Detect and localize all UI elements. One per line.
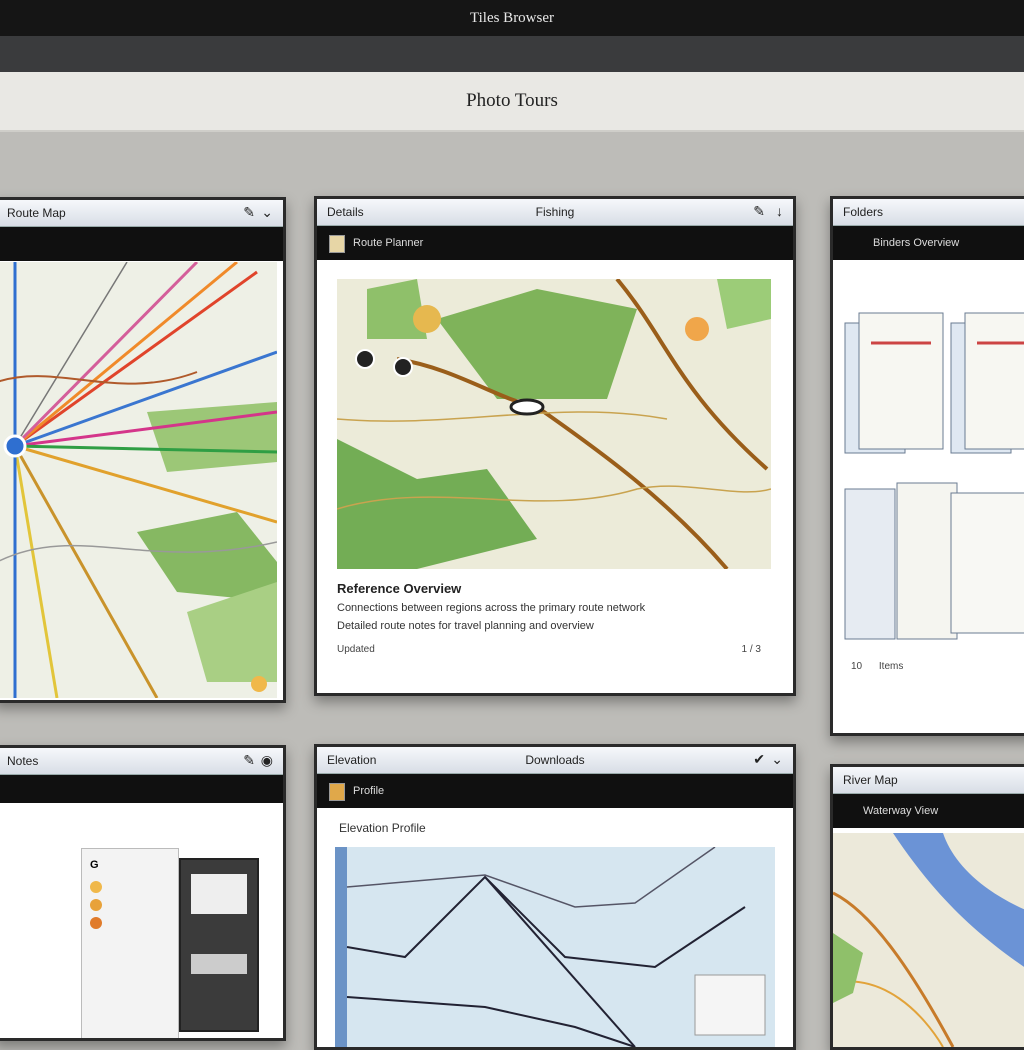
pin-icon[interactable]: ✎ [243,204,255,221]
pin-icon[interactable]: ✔ [753,751,765,768]
tile-header [0,775,283,803]
details-map[interactable] [337,279,771,569]
tile-title: Folders [843,205,884,219]
tile-title: Route Map [7,206,66,220]
hub-marker[interactable] [3,434,27,458]
river-map-canvas[interactable] [833,833,1024,1047]
notes-panel[interactable]: G [81,848,179,1038]
tile-title: River Map [843,773,898,787]
tile-details[interactable]: Details Fishing ✎ ↓ Route Planner Refere… [314,196,796,696]
tile-header: Binders Overview [833,226,1024,260]
caption-line: Detailed route notes for travel planning… [337,620,594,632]
app-title: Tiles Browser [469,10,555,26]
caption-block: Reference Overview Connections between r… [337,581,771,655]
map-marker [685,317,709,341]
binder[interactable] [844,312,944,454]
note-dot[interactable] [90,899,102,911]
tile-subtitle: Route Planner [353,237,424,249]
map-region [147,402,277,472]
item-label: Items [878,661,904,672]
app-titlebar: Tiles Browser [0,0,1024,36]
tile-titlebar[interactable]: Notes ✎ ◉ [0,748,283,775]
route-map-canvas[interactable] [0,262,277,698]
tile-subtitle: Profile [353,785,385,797]
pin-icon[interactable]: ✎ [753,203,765,220]
note-dot[interactable] [90,881,102,893]
tile-titlebar[interactable]: Route Map ✎ ⌄ [0,200,283,227]
close-icon[interactable]: ⌄ [261,204,273,221]
chart-title: Elevation Profile [339,821,426,835]
tile-folders[interactable]: Folders Binders Overview 10 Items [830,196,1024,736]
main-toolbar: Photo Tours [0,72,1024,132]
tile-subtitle: Binders Overview [873,237,960,249]
map-marker [413,305,441,333]
close-icon[interactable]: ⌄ [771,751,783,768]
close-icon[interactable]: ↓ [776,203,783,219]
note-label: G [90,859,99,871]
tile-titlebar[interactable]: Details Fishing ✎ ↓ [317,199,793,226]
toolbar-title: Photo Tours [466,90,558,111]
caption-line: Connections between regions across the p… [337,602,646,614]
map-pin[interactable] [393,357,413,377]
caption-heading: Reference Overview [337,581,462,596]
tile-titlebar[interactable]: Elevation Downloads ✔ ⌄ [317,747,793,774]
tile-header: Route Planner [317,226,793,260]
tile-header [0,227,283,261]
tile-river-map[interactable]: River Map Waterway View [830,764,1024,1050]
pin-icon[interactable]: ✎ [243,752,255,769]
binder[interactable] [844,482,1024,640]
selected-marker[interactable] [509,398,545,416]
chart-legend [694,974,766,1036]
doc-icon [329,235,345,253]
elevation-chart[interactable] [335,847,775,1047]
pager[interactable]: 1 / 3 [742,644,761,655]
tile-title: Notes [7,754,39,768]
tile-header: Profile [317,774,793,808]
chart-axis [335,847,347,1047]
tile-notes[interactable]: Notes ✎ ◉ G [0,745,286,1041]
note-dot[interactable] [90,917,102,929]
item-count: 10 [851,661,863,672]
map-marker[interactable] [251,676,267,692]
subbar [0,36,1024,72]
folders-view[interactable] [841,293,1024,653]
tile-elevation[interactable]: Elevation Downloads ✔ ⌄ Profile Elevatio… [314,744,796,1050]
close-icon[interactable]: ◉ [261,752,273,769]
tile-center-label: Downloads [525,753,585,767]
tile-center-label: Fishing [535,205,575,219]
tile-titlebar[interactable]: River Map [833,767,1024,794]
preview-pane[interactable] [179,858,259,1032]
tile-header: Waterway View [833,794,1024,828]
caption-footer: Updated [337,644,375,655]
tile-route-map[interactable]: Route Map ✎ ⌄ [0,197,286,703]
folders-footer: 10 Items [851,661,903,672]
doc-icon [329,783,345,801]
tile-titlebar[interactable]: Folders [833,199,1024,226]
binder[interactable] [950,312,1024,454]
tile-subtitle: Waterway View [863,805,939,817]
map-pin[interactable] [355,349,375,369]
